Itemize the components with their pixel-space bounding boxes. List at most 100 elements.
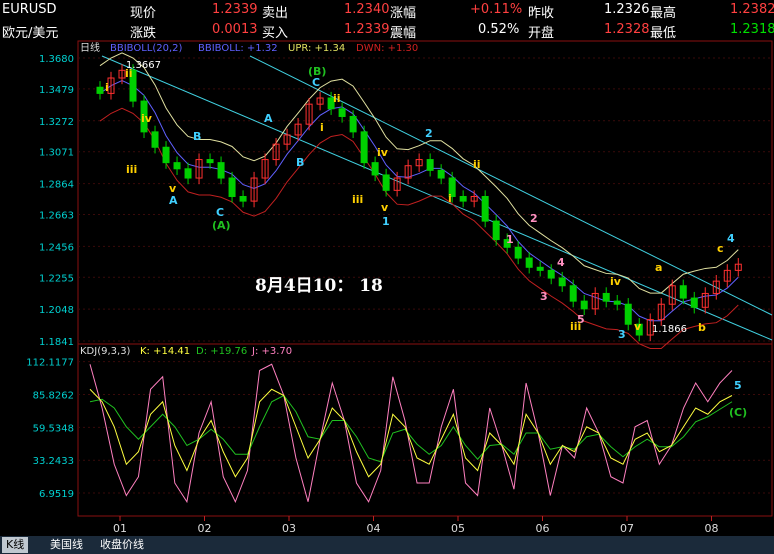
wave-v-3: v bbox=[634, 320, 642, 333]
candle-body bbox=[360, 131, 368, 164]
wave-iii-3: iii bbox=[570, 320, 581, 333]
wave-4-c: 4 bbox=[727, 232, 735, 245]
candle-body bbox=[173, 162, 181, 170]
price-y-tick: 1.1841 bbox=[39, 337, 74, 348]
kdj-indicator-label: KDJ(9,3,3) bbox=[80, 346, 131, 357]
period-label: 日线 bbox=[80, 41, 100, 54]
value-amplitude: 0.52% bbox=[478, 22, 520, 37]
wave-3-b: 3 bbox=[540, 290, 548, 303]
label-sell: 卖出 bbox=[262, 6, 289, 21]
kdj-y-tick: 112.1177 bbox=[26, 358, 74, 369]
wave-v-2: v bbox=[381, 201, 389, 214]
low-marker: 1.1866 bbox=[652, 324, 687, 335]
x-tick-label: 04 bbox=[367, 522, 381, 535]
wave-i-2: i bbox=[320, 121, 324, 134]
wave-iii-1: iii bbox=[126, 163, 137, 176]
candle-body bbox=[624, 303, 632, 325]
candle-body bbox=[349, 115, 357, 133]
label-change: 涨跌 bbox=[130, 26, 157, 41]
d-value-label: D: +19.76 bbox=[196, 346, 247, 357]
x-tick-label: 06 bbox=[536, 522, 550, 535]
label-open: 开盘 bbox=[528, 26, 555, 41]
value-high: 1.2382 bbox=[730, 2, 774, 17]
wave-2-a: 2 bbox=[425, 127, 433, 140]
label-change-pct: 涨幅 bbox=[390, 6, 417, 21]
wave-i-1: i bbox=[105, 81, 109, 94]
kdj-wave-C: (C) bbox=[729, 406, 747, 419]
value-low: 1.2318 bbox=[730, 22, 774, 37]
wave-iv-2: iv bbox=[377, 146, 389, 159]
value-buy: 1.2339 bbox=[344, 22, 390, 37]
wave-i-3: i bbox=[448, 192, 452, 205]
tab-close-line[interactable]: 收盘价线 bbox=[96, 537, 148, 553]
label-prev-close: 昨收 bbox=[528, 6, 555, 21]
candle-body bbox=[437, 169, 445, 179]
label-now: 现价 bbox=[130, 6, 157, 21]
value-now: 1.2339 bbox=[212, 2, 258, 17]
candle-body bbox=[547, 269, 555, 279]
tab-kline[interactable]: K线 bbox=[2, 537, 29, 553]
candle-body bbox=[228, 177, 236, 197]
symbol-name: 欧元/美元 bbox=[2, 26, 59, 41]
x-tick-label: 05 bbox=[451, 522, 465, 535]
candle-body bbox=[184, 168, 192, 179]
candle-body bbox=[162, 146, 170, 164]
candle-body bbox=[569, 285, 577, 302]
price-y-tick: 1.3479 bbox=[39, 85, 74, 96]
wave-ii-1: ii bbox=[125, 67, 133, 80]
label-low: 最低 bbox=[650, 26, 677, 41]
wave-A-2: A bbox=[264, 112, 273, 125]
kdj-y-tick: 85.8262 bbox=[33, 390, 74, 401]
candle-body bbox=[96, 86, 104, 94]
upr-value-label: UPR: +1.34 bbox=[288, 43, 345, 54]
wave-iv-3: iv bbox=[610, 275, 622, 288]
candle-body bbox=[536, 266, 544, 271]
x-tick-label: 08 bbox=[705, 522, 719, 535]
wave-ii-3: ii bbox=[473, 158, 481, 171]
wave-iv-1: iv bbox=[141, 112, 153, 125]
candle-body bbox=[492, 220, 500, 241]
wave-C-1: C bbox=[216, 206, 224, 219]
label-amplitude: 震幅 bbox=[390, 26, 417, 41]
wave-B-1: B bbox=[193, 130, 201, 143]
candle-body bbox=[217, 162, 225, 179]
candle-body bbox=[459, 195, 467, 202]
timestamp-text: 8月4日10： 18 bbox=[255, 276, 383, 296]
candle-body bbox=[613, 300, 621, 305]
value-prev-close: 1.2326 bbox=[604, 2, 650, 17]
price-y-tick: 1.2864 bbox=[39, 180, 74, 191]
wave-1-a: 1 bbox=[382, 215, 390, 228]
value-change-pct: +0.11% bbox=[470, 2, 523, 17]
candle-body bbox=[206, 159, 214, 164]
price-y-tick: 1.3680 bbox=[39, 54, 74, 65]
candle-body bbox=[558, 277, 566, 287]
wave-A-1: A bbox=[169, 194, 178, 207]
dwn-value-label: DWN: +1.30 bbox=[356, 43, 418, 54]
wave-a: a bbox=[655, 261, 662, 274]
price-y-tick: 1.2663 bbox=[39, 211, 74, 222]
tab-us-line[interactable]: 美国线 bbox=[46, 537, 87, 553]
x-tick-label: 01 bbox=[113, 522, 127, 535]
x-tick-label: 02 bbox=[198, 522, 212, 535]
value-sell: 1.2340 bbox=[344, 2, 390, 17]
price-y-tick: 1.3272 bbox=[39, 117, 74, 128]
candle-body bbox=[525, 257, 533, 268]
price-y-tick: 1.2048 bbox=[39, 305, 74, 316]
symbol-code[interactable]: EURUSD bbox=[2, 2, 57, 17]
kdj-wave-5: 5 bbox=[734, 379, 742, 392]
candle-body bbox=[602, 292, 610, 302]
wave-B-paren: (B) bbox=[308, 65, 326, 78]
wave-2-b: 2 bbox=[530, 212, 538, 225]
price-y-tick: 1.2255 bbox=[39, 273, 74, 284]
candle-body bbox=[371, 162, 379, 176]
candle-body bbox=[426, 159, 434, 171]
wave-3-c: 3 bbox=[618, 328, 626, 341]
wave-1-b: 1 bbox=[506, 233, 514, 246]
bbi-value-label: BBIBOLL: +1.32 bbox=[198, 43, 278, 54]
x-tick-label: 07 bbox=[620, 522, 634, 535]
quote-header-row-2: 欧元/美元 涨跌 0.0013 买入 1.2339 震幅 0.52% 开盘 1.… bbox=[0, 20, 774, 41]
chart-area[interactable]: 1.3680 1.3479 1.3272 1.3071 1.2864 1.2663 1.24… bbox=[0, 40, 774, 536]
candle-body bbox=[382, 174, 390, 191]
kdj-y-tick: 33.2433 bbox=[33, 456, 74, 467]
kdj-y-tick: 59.5348 bbox=[33, 423, 74, 434]
